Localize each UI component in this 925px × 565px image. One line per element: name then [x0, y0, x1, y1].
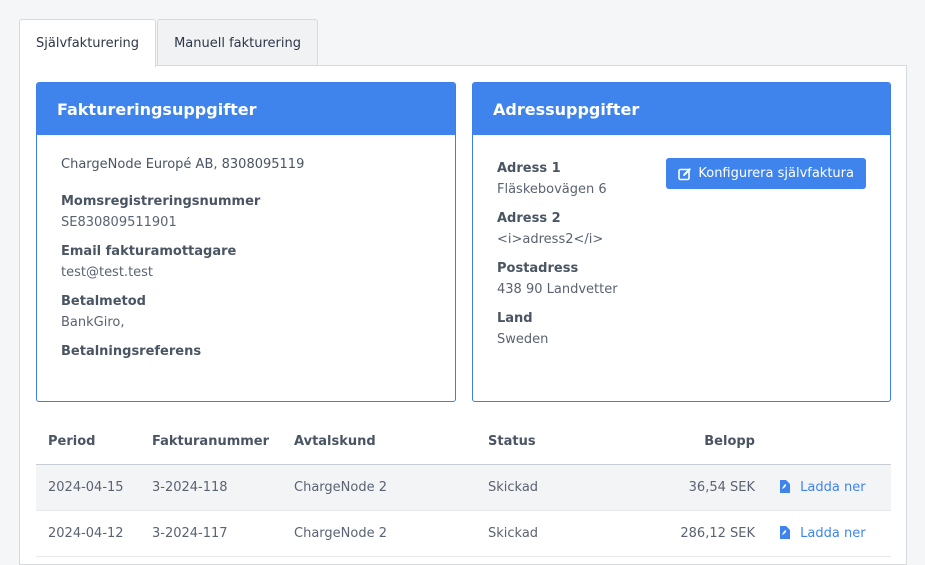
download-link[interactable]: Ladda ner — [779, 480, 866, 495]
cell-customer: ChargeNode 2 — [282, 464, 476, 511]
column-header-action — [767, 418, 891, 465]
field-value: Sweden — [497, 332, 549, 347]
cell-period: 2024-04-12 — [36, 510, 140, 557]
table-row: 2024-04-12 3-2024-117 ChargeNode 2 Skick… — [36, 510, 891, 557]
tab-bar: Självfakturering Manuell fakturering — [19, 19, 319, 67]
cell-status: Skickad — [476, 464, 620, 511]
field-label: Postadress — [497, 261, 579, 276]
configure-button-label: Konfigurera självfaktura — [698, 166, 854, 181]
download-label: Ladda ner — [800, 526, 866, 541]
cell-period: 2024-04-15 — [36, 464, 140, 511]
cell-customer: ChargeNode 2 — [282, 510, 476, 557]
table-row: 2024-04-15 3-2024-118 ChargeNode 2 Skick… — [36, 464, 891, 511]
cell-invoice-number: 3-2024-117 — [140, 510, 282, 557]
invoice-email-field: Email fakturamottagare test@test.test — [61, 244, 431, 280]
field-label: Land — [497, 311, 533, 326]
payment-reference-field: Betalningsreferens — [61, 344, 431, 359]
column-header-amount[interactable]: Belopp — [620, 418, 767, 465]
field-label: Email fakturamottagare — [61, 244, 237, 259]
cell-action: Ladda ner — [767, 510, 891, 557]
field-value: test@test.test — [61, 265, 154, 280]
edit-icon — [678, 167, 692, 180]
address-card-title: Adressuppgifter — [473, 83, 890, 135]
cell-amount: 36,54 SEK — [620, 464, 767, 511]
postal-address-field: Postadress 438 90 Landvetter — [497, 261, 866, 297]
vat-number-field: Momsregistreringsnummer SE830809511901 — [61, 194, 431, 230]
invoice-table: Period Fakturanummer Avtalskund Status B… — [36, 418, 891, 557]
company-name: ChargeNode Europé AB, 8308095119 — [61, 157, 305, 172]
field-label: Adress 2 — [497, 211, 561, 226]
billing-card-title: Faktureringsuppgifter — [37, 83, 455, 135]
address2-field: Adress 2 <i>adress2</i> — [497, 211, 866, 247]
field-value: BankGiro, — [61, 315, 125, 330]
tab-manuell-fakturering[interactable]: Manuell fakturering — [157, 19, 318, 66]
tab-sjalvfakturering[interactable]: Självfakturering — [19, 19, 157, 67]
field-label: Betalmetod — [61, 294, 146, 309]
payment-method-field: Betalmetod BankGiro, — [61, 294, 431, 330]
download-label: Ladda ner — [800, 480, 866, 495]
cell-invoice-number: 3-2024-118 — [140, 464, 282, 511]
column-header-status[interactable]: Status — [476, 418, 620, 465]
column-header-invoice-number[interactable]: Fakturanummer — [140, 418, 282, 465]
pdf-file-icon — [780, 480, 790, 493]
pdf-file-icon — [780, 526, 790, 539]
field-value: 438 90 Landvetter — [497, 282, 618, 297]
cell-amount: 286,12 SEK — [620, 510, 767, 557]
download-link[interactable]: Ladda ner — [779, 526, 866, 541]
column-header-period[interactable]: Period — [36, 418, 140, 465]
field-label: Betalningsreferens — [61, 344, 202, 359]
cell-status: Skickad — [476, 510, 620, 557]
field-value: <i>adress2</i> — [497, 232, 604, 247]
table-header-row: Period Fakturanummer Avtalskund Status B… — [36, 418, 891, 465]
field-value: SE830809511901 — [61, 215, 177, 230]
field-label: Momsregistreringsnummer — [61, 194, 261, 209]
cell-action: Ladda ner — [767, 464, 891, 511]
country-field: Land Sweden — [497, 311, 866, 347]
address-card: Adressuppgifter Konfigurera självfaktura… — [472, 82, 891, 402]
configure-self-invoice-button[interactable]: Konfigurera självfaktura — [666, 158, 866, 189]
billing-card: Faktureringsuppgifter ChargeNode Europé … — [36, 82, 456, 402]
column-header-customer[interactable]: Avtalskund — [282, 418, 476, 465]
